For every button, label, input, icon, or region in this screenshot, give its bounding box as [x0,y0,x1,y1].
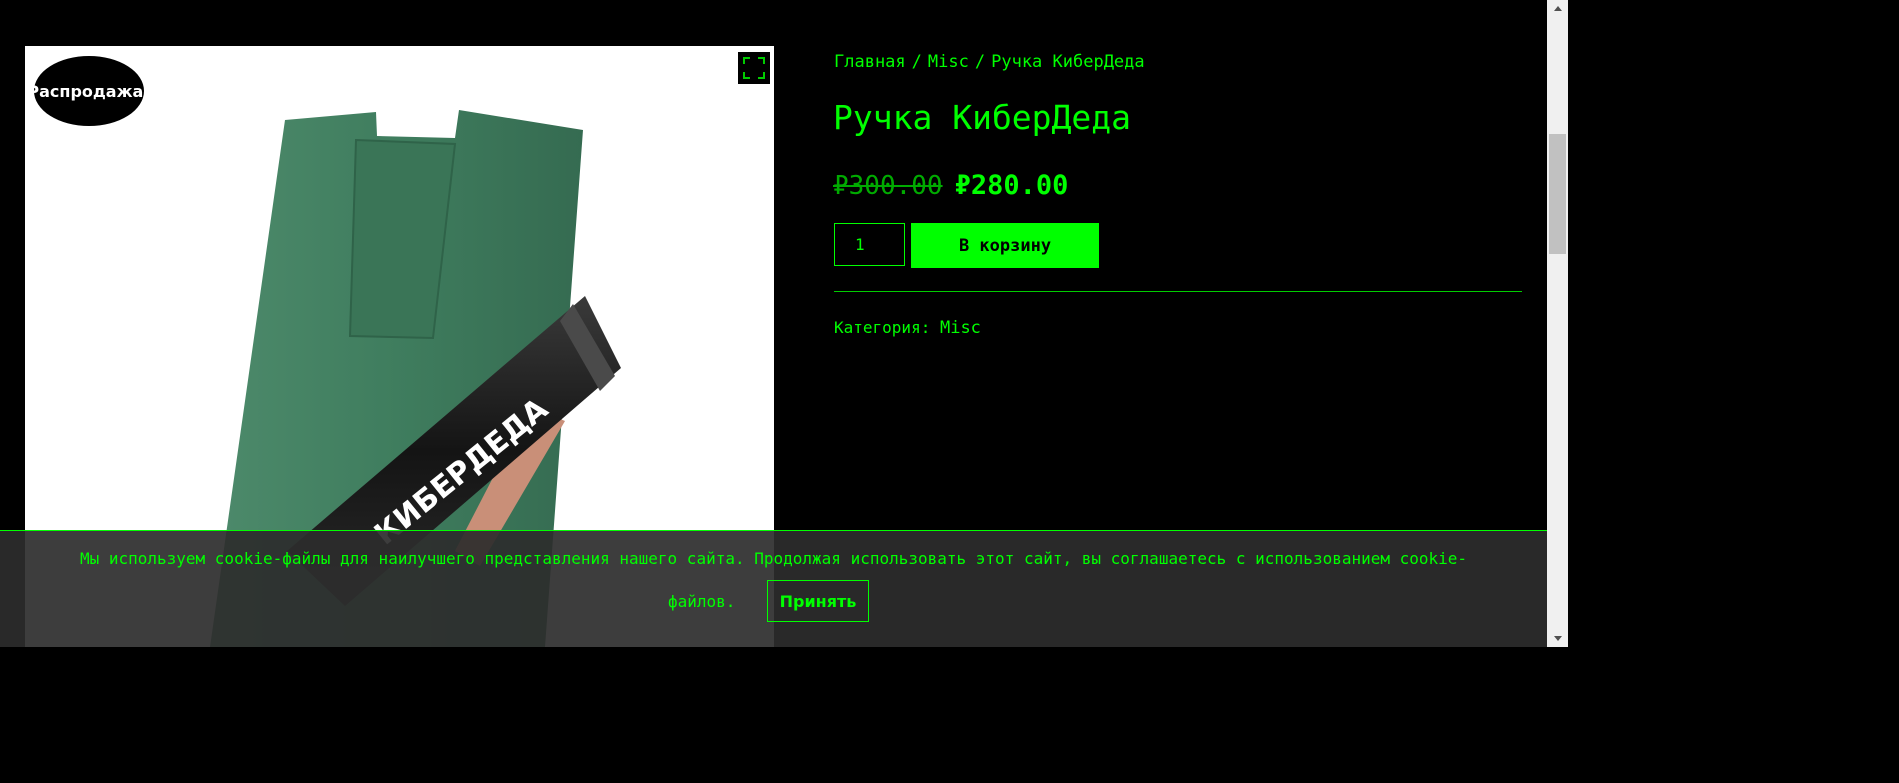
scrollbar[interactable] [1547,0,1568,647]
breadcrumb-home[interactable]: Главная [834,52,906,72]
product-title: Ручка КиберДеда [833,98,1132,137]
add-to-cart-button[interactable]: В корзину [911,223,1099,268]
price-old: ₽300.00 [833,171,943,201]
scroll-thumb[interactable] [1549,134,1566,254]
sale-badge: Распродажа! [27,56,151,126]
price-block: ₽300.00 ₽280.00 [833,170,1068,201]
divider [834,291,1522,292]
price-new: ₽280.00 [954,170,1069,201]
breadcrumb-separator: / [911,52,922,72]
zoom-button[interactable] [738,52,770,84]
category-label: Категория: [834,318,931,337]
breadcrumb-separator: / [974,52,986,72]
cookie-text-continued: файлов. [668,592,736,611]
triangle-down-icon [1553,636,1562,641]
scroll-up-button[interactable] [1547,0,1568,17]
scroll-down-button[interactable] [1547,630,1568,647]
breadcrumb: Главная / Misc / Ручка КиберДеда [834,52,1145,72]
quantity-input[interactable] [834,223,905,266]
cookie-accept-button[interactable]: Принять [767,580,869,622]
breadcrumb-current: Ручка КиберДеда [991,52,1145,72]
cookie-text: Мы используем cookie-файлы для наилучшег… [79,549,1468,568]
breadcrumb-category[interactable]: Misc [928,52,969,72]
triangle-up-icon [1553,6,1562,11]
cookie-banner: Мы используем cookie-файлы для наилучшег… [0,530,1547,647]
product-meta: Категория: Misc [834,318,981,338]
category-link[interactable]: Misc [940,318,981,338]
fullscreen-icon [743,57,765,79]
